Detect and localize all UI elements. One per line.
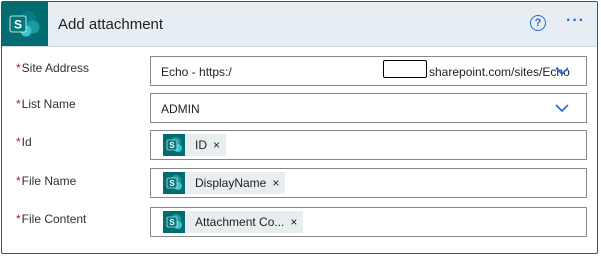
dynamic-content-token[interactable]: S Attachment Co... ×: [163, 211, 304, 233]
action-title: Add attachment: [58, 16, 164, 33]
list-name-label-text: List Name: [21, 97, 76, 111]
site-address-label-text: Site Address: [21, 61, 90, 75]
action-header[interactable]: S Add attachment ? ···: [2, 2, 597, 47]
svg-text:S: S: [14, 18, 22, 32]
dynamic-content-token[interactable]: S DisplayName ×: [163, 172, 286, 194]
token-label: Attachment Co...: [195, 215, 285, 229]
remove-token-icon[interactable]: ×: [213, 138, 220, 152]
sharepoint-logo-icon: S: [2, 2, 48, 46]
more-options-icon[interactable]: ···: [566, 12, 585, 30]
list-name-value: ADMIN: [161, 102, 200, 116]
site-address-label: *Site Address: [16, 61, 89, 75]
id-input[interactable]: S ID ×: [150, 130, 587, 160]
remove-token-icon[interactable]: ×: [272, 176, 279, 190]
required-mark: *: [16, 61, 21, 75]
site-address-value-suffix: sharepoint.com/sites/Echo: [429, 65, 570, 79]
required-mark: *: [16, 174, 21, 188]
svg-text:S: S: [169, 218, 175, 227]
required-mark: *: [16, 135, 21, 149]
token-label: DisplayName: [195, 176, 267, 190]
id-label: *Id: [16, 135, 32, 149]
file-content-input[interactable]: S Attachment Co... ×: [150, 207, 587, 237]
list-name-dropdown[interactable]: ADMIN: [150, 93, 587, 123]
list-name-label: *List Name: [16, 97, 76, 111]
help-icon[interactable]: ?: [530, 15, 546, 31]
redaction-box: [383, 60, 427, 78]
file-name-label-text: File Name: [21, 174, 77, 188]
file-content-label-text: File Content: [21, 212, 87, 226]
site-address-value-prefix: Echo - https:/: [161, 65, 232, 79]
chevron-down-icon[interactable]: [555, 104, 569, 112]
remove-token-icon[interactable]: ×: [290, 215, 297, 229]
file-name-input[interactable]: S DisplayName ×: [150, 168, 587, 198]
action-card: S Add attachment ? ··· *Site Address Ech…: [1, 1, 598, 254]
dynamic-content-token[interactable]: S ID ×: [163, 134, 227, 156]
required-mark: *: [16, 212, 21, 226]
token-label: ID: [195, 138, 207, 152]
sharepoint-icon: S: [163, 134, 185, 156]
svg-text:S: S: [169, 141, 175, 150]
file-content-label: *File Content: [16, 212, 86, 226]
sharepoint-icon: S: [163, 211, 185, 233]
chevron-down-icon[interactable]: [555, 67, 569, 75]
id-label-text: Id: [21, 135, 32, 149]
sharepoint-icon: S: [163, 172, 185, 194]
svg-text:S: S: [169, 179, 175, 188]
file-name-label: *File Name: [16, 174, 76, 188]
required-mark: *: [16, 97, 21, 111]
site-address-dropdown[interactable]: Echo - https:/ sharepoint.com/sites/Echo: [150, 56, 587, 86]
